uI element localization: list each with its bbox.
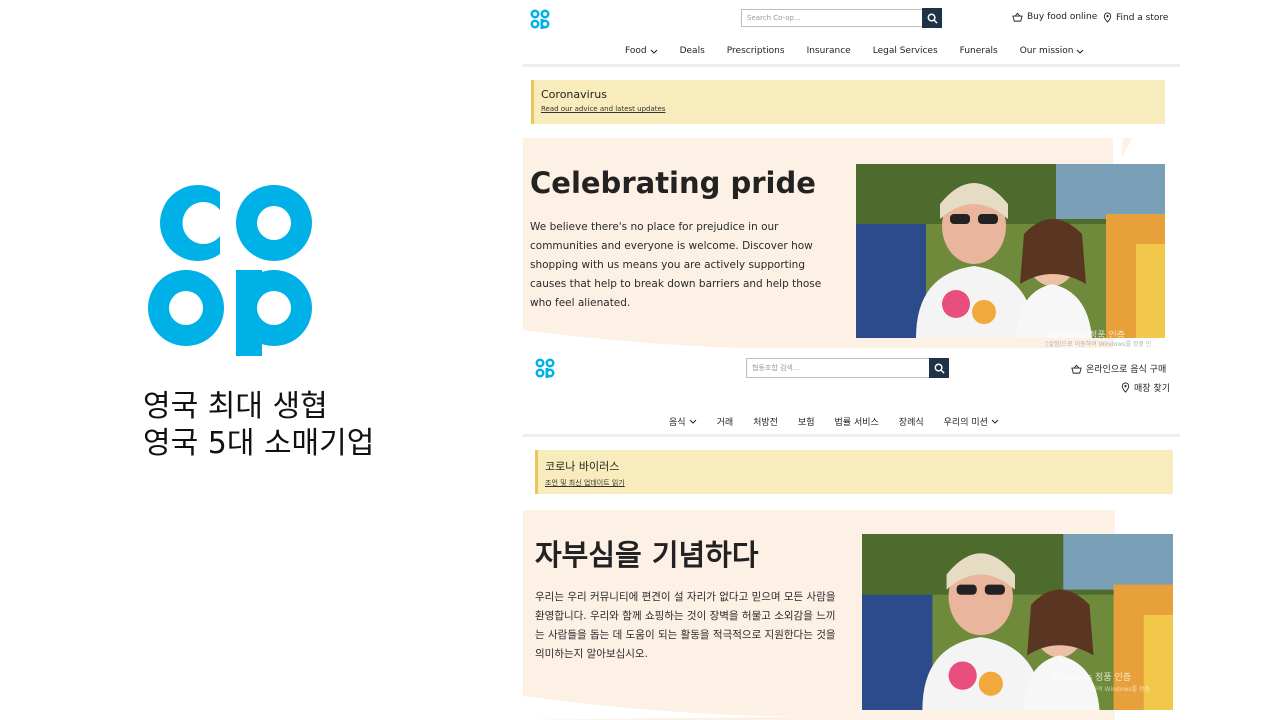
coronavirus-banner-ko: 코로나 바이러스 조언 및 최신 업데이트 읽기 <box>535 450 1173 494</box>
search-placeholder-ko: 협동조합 검색... <box>752 364 800 372</box>
nav-divider <box>523 64 1180 67</box>
search-placeholder: Search Co-op... <box>747 14 801 22</box>
search-button[interactable] <box>922 8 942 28</box>
windows-watermark: Windows 정품 인증 <box>1046 331 1126 338</box>
nav-item-insurance-ko[interactable]: 보험 <box>798 415 815 428</box>
website-screenshot-korean: 협동조합 검색... 온라인으로 음식 구매 매장 찾기 음식 거래 처방전 보… <box>523 348 1180 720</box>
location-pin-icon <box>1103 12 1112 23</box>
nav-label: Our mission <box>1019 46 1074 56</box>
site-logo-ko[interactable] <box>535 358 555 382</box>
nav-label: 우리의 미션 <box>943 418 988 428</box>
banner-title-ko: 코로나 바이러스 <box>545 460 620 473</box>
chevron-down-icon <box>650 49 657 54</box>
chevron-down-icon <box>991 419 999 424</box>
search-input-ko[interactable]: 협동조합 검색... <box>746 358 930 378</box>
main-nav-ko: 음식 거래 처방전 보험 법률 서비스 장례식 우리의 미션 <box>669 415 999 428</box>
chevron-down-icon <box>1077 49 1084 54</box>
website-screenshot-english: Search Co-op... Buy food online Find a s… <box>523 0 1180 348</box>
main-nav: Food Deals Prescriptions Insurance Legal… <box>625 46 1084 56</box>
hero-title: Celebrating pride <box>530 166 816 200</box>
nav-item-funerals-ko[interactable]: 장례식 <box>899 415 924 428</box>
nav-item-deals[interactable]: Deals <box>680 46 705 56</box>
buy-food-online-link[interactable]: Buy food online <box>1012 12 1097 22</box>
nav-label: 음식 <box>669 418 686 428</box>
location-pin-icon <box>1121 382 1130 393</box>
nav-item-food[interactable]: Food <box>625 46 658 56</box>
buy-food-online-label-ko: 온라인으로 음식 구매 <box>1086 365 1167 375</box>
banner-title: Coronavirus <box>541 88 607 101</box>
nav-label: 처방전 <box>753 418 778 428</box>
nav-label: Food <box>625 46 647 56</box>
caption-line-1: 영국 최대 생협 <box>143 389 328 424</box>
hero-body: We believe there's no place for prejudic… <box>530 221 822 309</box>
windows-watermark-ko: Windows 정품 인증 <box>1052 673 1132 683</box>
search-icon <box>934 363 945 374</box>
pride-photo: Windows 정품 인증 <box>856 164 1165 338</box>
hero-section: Celebrating pride We believe there's no … <box>523 138 1180 348</box>
search-button-ko[interactable] <box>929 358 949 378</box>
banner-link[interactable]: Read our advice and latest updates <box>541 105 1158 113</box>
windows-watermark-sub-ko: [설정]으로 이동하여 Windows를 정품 <box>1052 686 1150 693</box>
nav-label: 보험 <box>797 418 815 428</box>
nav-item-legal-services[interactable]: Legal Services <box>873 46 938 56</box>
site-logo-icon <box>530 9 550 29</box>
nav-item-food-ko[interactable]: 음식 <box>669 415 697 428</box>
nav-label: Insurance <box>806 46 851 56</box>
nav-divider-ko <box>523 434 1180 437</box>
basket-icon <box>1012 12 1023 22</box>
nav-label: 법률 서비스 <box>834 418 879 428</box>
banner-link-ko[interactable]: 조언 및 최신 업데이트 읽기 <box>545 478 1166 488</box>
site-logo[interactable] <box>530 9 550 33</box>
caption-line-2: 영국 5대 소매기업 <box>143 426 375 461</box>
find-store-label: Find a store <box>1116 12 1169 23</box>
slide-caption: 영국 최대 생협 영국 5대 소매기업 <box>143 388 473 462</box>
buy-food-online-link-ko[interactable]: 온라인으로 음식 구매 <box>1071 362 1166 375</box>
nav-item-insurance[interactable]: Insurance <box>807 46 851 56</box>
nav-label: 장례식 <box>898 418 924 428</box>
find-store-link-ko[interactable]: 매장 찾기 <box>1121 381 1170 394</box>
site-logo-icon <box>535 358 555 378</box>
nav-item-funerals[interactable]: Funerals <box>960 46 998 56</box>
hero-section-ko: 자부심을 기념하다 우리는 우리 커뮤니티에 편견이 설 자리가 없다고 믿으며… <box>523 510 1180 720</box>
pride-photo-ko: Windows 정품 인증 [설정]으로 이동하여 Windows를 정품 <box>862 534 1173 710</box>
nav-label: Deals <box>679 46 705 56</box>
search-icon <box>927 13 938 24</box>
nav-item-our-mission[interactable]: Our mission <box>1020 46 1085 56</box>
nav-item-prescriptions-ko[interactable]: 처방전 <box>753 415 778 428</box>
nav-label: Funerals <box>959 46 998 56</box>
hero-title-ko: 자부심을 기념하다 <box>535 538 759 572</box>
nav-item-legal-services-ko[interactable]: 법률 서비스 <box>835 415 879 428</box>
find-store-link[interactable]: Find a store <box>1103 12 1168 23</box>
nav-item-prescriptions[interactable]: Prescriptions <box>727 46 785 56</box>
coop-logo-mark <box>148 185 312 356</box>
coronavirus-banner: Coronavirus Read our advice and latest u… <box>531 80 1165 124</box>
buy-food-online-label: Buy food online <box>1027 12 1098 22</box>
nav-label: Legal Services <box>872 46 938 56</box>
coop-logo <box>148 178 318 358</box>
find-store-label-ko: 매장 찾기 <box>1134 384 1170 394</box>
pride-photo-image <box>856 164 1165 338</box>
basket-icon <box>1071 364 1082 374</box>
nav-item-deals-ko[interactable]: 거래 <box>717 415 734 428</box>
hero-body-ko: 우리는 우리 커뮤니티에 편견이 설 자리가 없다고 믿으며 모든 사람을 환영… <box>535 591 836 660</box>
nav-label: 거래 <box>716 418 734 428</box>
nav-item-our-mission-ko[interactable]: 우리의 미션 <box>944 415 999 428</box>
chevron-down-icon <box>689 419 696 424</box>
nav-label: Prescriptions <box>726 46 785 56</box>
windows-watermark-sub: [설정]으로 이동하여 Windows를 정품 인 <box>1046 341 1152 348</box>
search-input[interactable]: Search Co-op... <box>741 9 923 27</box>
